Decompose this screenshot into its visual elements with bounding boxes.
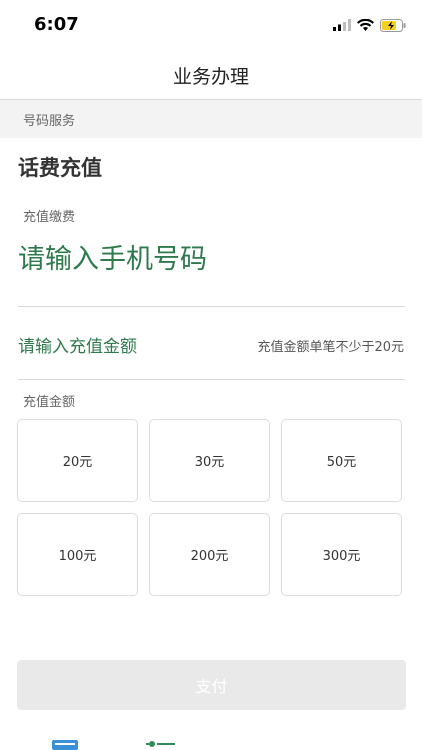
tab-document-icon[interactable] bbox=[52, 740, 78, 750]
section-header: 号码服务 bbox=[0, 100, 422, 138]
divider bbox=[18, 306, 405, 307]
phone-input[interactable] bbox=[18, 244, 378, 275]
tab-list-icon[interactable] bbox=[146, 740, 176, 750]
amount-option-300[interactable]: 300元 bbox=[281, 513, 402, 596]
amount-option-50[interactable]: 50元 bbox=[281, 419, 402, 502]
nav-bar: 业务办理 bbox=[0, 50, 422, 100]
amount-option-20[interactable]: 20元 bbox=[17, 419, 138, 502]
amount-hint: 充值金额单笔不少于20元 bbox=[257, 340, 404, 355]
amount-option-30[interactable]: 30元 bbox=[149, 419, 270, 502]
status-bar: 6:07 bbox=[0, 0, 422, 50]
status-time: 6:07 bbox=[34, 14, 79, 35]
amount-grid: 20元 30元 50元 100元 200元 300元 bbox=[17, 419, 406, 596]
page-title: 业务办理 bbox=[172, 66, 249, 88]
phone-label: 充值缴费 bbox=[23, 210, 76, 225]
amount-input[interactable]: 请输入充值金额 bbox=[18, 332, 137, 357]
wifi-icon bbox=[357, 19, 374, 31]
amount-option-200[interactable]: 200元 bbox=[149, 513, 270, 596]
signal-icon bbox=[333, 19, 351, 31]
card-title: 话费充值 bbox=[18, 156, 102, 180]
pay-button[interactable]: 支付 bbox=[17, 660, 406, 710]
amounts-label: 充值金额 bbox=[23, 395, 76, 410]
battery-icon bbox=[380, 18, 406, 32]
amount-option-100[interactable]: 100元 bbox=[17, 513, 138, 596]
section-header-label: 号码服务 bbox=[23, 114, 76, 129]
status-icons bbox=[333, 17, 406, 33]
divider bbox=[18, 379, 405, 380]
